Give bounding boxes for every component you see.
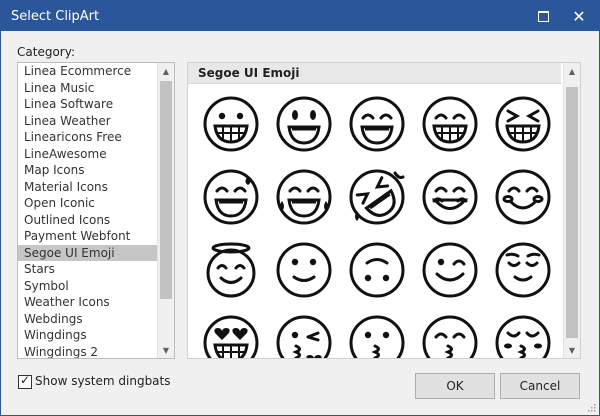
list-item[interactable]: Linea Music — [18, 80, 157, 97]
clipart-gallery[interactable]: Segoe UI Emoji ▲ ▼ — [187, 62, 581, 359]
list-item[interactable]: Wingdings 2 — [18, 344, 157, 359]
close-icon: ✕ — [572, 6, 586, 26]
laughing-squint-face-icon[interactable] — [488, 89, 558, 159]
list-item[interactable]: Material Icons — [18, 179, 157, 196]
grinning-face-icon[interactable] — [196, 89, 266, 159]
kissing-smiling-eyes-face-icon[interactable] — [415, 308, 485, 358]
list-item[interactable]: Map Icons — [18, 162, 157, 179]
halo-face-icon[interactable] — [196, 235, 266, 305]
list-item[interactable]: Outlined Icons — [18, 212, 157, 229]
resize-grip-icon[interactable] — [586, 402, 596, 412]
list-item[interactable]: Open Iconic — [18, 195, 157, 212]
smiling-closed-eyes-face-icon[interactable] — [415, 162, 485, 232]
list-item[interactable]: Segoe UI Emoji — [18, 244, 157, 261]
kissing-face-icon[interactable] — [342, 308, 412, 358]
smiling-eyes-face-icon[interactable] — [342, 89, 412, 159]
category-label: Category: — [17, 45, 75, 59]
slightly-smiling-face-icon[interactable] — [269, 235, 339, 305]
cancel-button[interactable]: Cancel — [500, 373, 580, 399]
gallery-scrollbar[interactable]: ▲ ▼ — [563, 63, 580, 358]
scroll-thumb[interactable] — [566, 87, 578, 338]
list-item[interactable]: Linea Ecommerce — [18, 63, 157, 80]
window-title: Select ClipArt — [11, 9, 100, 24]
smiling-blush-face-icon[interactable] — [488, 162, 558, 232]
heart-eyes-face-icon[interactable] — [196, 308, 266, 358]
list-item[interactable]: Linea Software — [18, 96, 157, 113]
show-dingbats-label: Show system dingbats — [35, 374, 171, 388]
gallery-header: Segoe UI Emoji — [188, 63, 561, 84]
list-item[interactable]: Linea Weather — [18, 113, 157, 130]
grin-face-icon[interactable] — [415, 89, 485, 159]
winking-face-icon[interactable] — [415, 235, 485, 305]
scroll-down-icon[interactable]: ▼ — [158, 342, 174, 358]
kissing-heart-face-icon[interactable] — [269, 308, 339, 358]
list-item[interactable]: Webdings — [18, 311, 157, 328]
scroll-thumb[interactable] — [160, 81, 172, 299]
scroll-up-icon[interactable]: ▲ — [158, 63, 174, 79]
gallery-title: Segoe UI Emoji — [198, 66, 300, 80]
scroll-down-icon[interactable]: ▼ — [564, 342, 580, 358]
show-dingbats-checkbox[interactable]: ✓ — [18, 373, 32, 389]
checkmark-icon: ✓ — [20, 373, 31, 387]
smiley-face-icon[interactable] — [269, 89, 339, 159]
list-item[interactable]: Linearicons Free — [18, 129, 157, 146]
rofl-face-icon[interactable] — [342, 162, 412, 232]
relieved-face-icon[interactable] — [488, 235, 558, 305]
sweat-smile-face-icon[interactable] — [196, 162, 266, 232]
list-item[interactable]: Weather Icons — [18, 294, 157, 311]
list-item[interactable]: LineAwesome — [18, 146, 157, 163]
ok-button[interactable]: OK — [415, 373, 495, 399]
clipart-dialog: Select ClipArt ✕ Category: Linea Ecommer… — [0, 0, 600, 416]
list-item[interactable]: Stars — [18, 261, 157, 278]
list-item[interactable]: Symbol — [18, 278, 157, 295]
tears-of-joy-face-icon[interactable] — [269, 162, 339, 232]
list-item[interactable]: Payment Webfont — [18, 228, 157, 245]
maximize-button[interactable] — [527, 1, 559, 31]
upside-down-face-icon[interactable] — [342, 235, 412, 305]
category-list[interactable]: Linea Ecommerce Linea Music Linea Software… — [17, 62, 175, 359]
category-items: Linea Ecommerce Linea Music Linea Software… — [18, 63, 157, 359]
scroll-up-icon[interactable]: ▲ — [564, 63, 580, 79]
title-bar: Select ClipArt ✕ — [1, 1, 599, 31]
close-button[interactable]: ✕ — [563, 1, 595, 31]
list-item[interactable]: Wingdings — [18, 327, 157, 344]
category-scrollbar[interactable]: ▲ ▼ — [157, 63, 174, 358]
maximize-icon — [537, 10, 549, 22]
kissing-closed-eyes-face-icon[interactable] — [488, 308, 558, 358]
